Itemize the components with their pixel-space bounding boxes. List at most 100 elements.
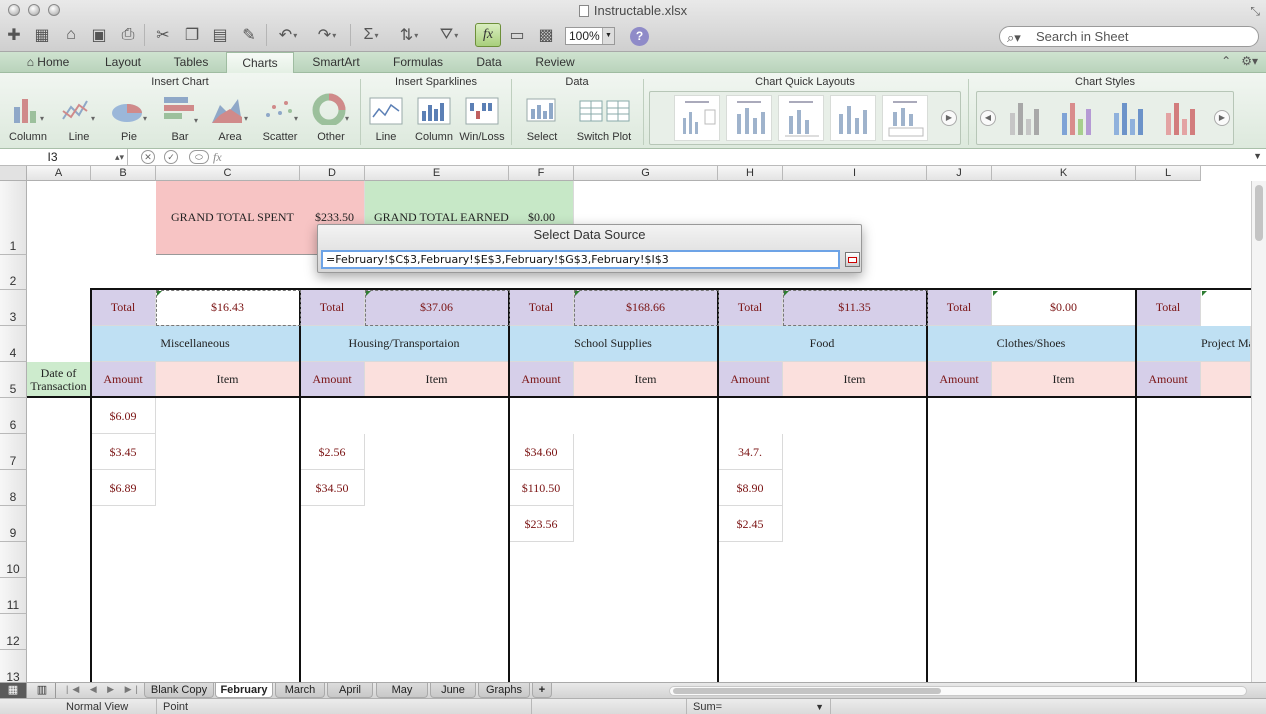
- category-food[interactable]: Food: [718, 326, 927, 362]
- autosum-icon[interactable]: Σ: [356, 24, 386, 46]
- total-label-clothes[interactable]: Total: [927, 290, 992, 326]
- sparkline-column-button[interactable]: Column: [410, 91, 458, 143]
- column-header-j[interactable]: J: [927, 166, 992, 181]
- column-header-e[interactable]: E: [365, 166, 509, 181]
- quick-layout-4[interactable]: [830, 95, 876, 141]
- amount-header-school[interactable]: Amount: [509, 362, 574, 398]
- sort-icon[interactable]: ⇅: [394, 24, 424, 46]
- amount-cell[interactable]: $6.89: [91, 470, 156, 506]
- total-label-school[interactable]: Total: [509, 290, 574, 326]
- open-folder-icon[interactable]: ⌂: [59, 24, 83, 46]
- row-header-3[interactable]: 3: [0, 290, 27, 326]
- select-data-button[interactable]: Select: [518, 91, 566, 143]
- format-painter-icon[interactable]: ✎: [237, 24, 261, 46]
- sparkline-winloss-button[interactable]: Win/Loss: [458, 91, 506, 143]
- status-sum-dropdown[interactable]: Sum= ▼: [686, 699, 831, 714]
- sheet-tab-blank-copy[interactable]: Blank Copy: [144, 683, 214, 698]
- tab-layout[interactable]: Layout: [92, 52, 154, 73]
- category-school-supplies[interactable]: School Supplies: [509, 326, 718, 362]
- add-sheet-button[interactable]: +: [532, 683, 552, 698]
- cancel-formula-icon[interactable]: ✕: [141, 150, 155, 164]
- total-label-housing[interactable]: Total: [300, 290, 365, 326]
- sheet-tab-june[interactable]: June: [430, 683, 476, 698]
- quick-layouts-next-arrow-icon[interactable]: ▶: [941, 110, 957, 126]
- column-header-l[interactable]: L: [1136, 166, 1201, 181]
- tab-review[interactable]: Review: [526, 52, 584, 73]
- print-icon[interactable]: ⎙: [116, 24, 140, 46]
- formula-toggle-icon[interactable]: ⬭: [189, 150, 209, 164]
- column-header-k[interactable]: K: [992, 166, 1136, 181]
- item-header-clothes[interactable]: Item: [992, 362, 1136, 398]
- row-header-7[interactable]: 7: [0, 434, 27, 470]
- normal-view-icon[interactable]: ▦: [0, 683, 27, 699]
- select-all-corner[interactable]: [0, 166, 27, 181]
- total-value-food[interactable]: $11.35: [783, 290, 927, 326]
- amount-cell[interactable]: $3.45: [91, 434, 156, 470]
- amount-cell[interactable]: $6.09: [91, 398, 156, 434]
- ribbon-options-gear-icon[interactable]: ⚙▾: [1241, 54, 1258, 68]
- quick-layout-2[interactable]: [726, 95, 772, 141]
- search-input[interactable]: ⌕▾ Search in Sheet: [999, 26, 1259, 47]
- tab-smartart[interactable]: SmartArt: [302, 52, 370, 73]
- pie-chart-button[interactable]: ▾ Pie: [105, 91, 153, 143]
- column-chart-button[interactable]: ▾ Column: [4, 91, 52, 143]
- vertical-scroll-thumb[interactable]: [1255, 185, 1263, 241]
- category-project[interactable]: Project Ma: [1136, 326, 1251, 362]
- amount-cell[interactable]: $34.60: [509, 434, 574, 470]
- sheet-tab-march[interactable]: March: [275, 683, 325, 698]
- zoom-select[interactable]: 100% ▼: [565, 27, 615, 45]
- amount-cell[interactable]: $34.50: [300, 470, 365, 506]
- undo-icon[interactable]: ↶: [273, 24, 303, 46]
- redo-icon[interactable]: ↷: [312, 24, 342, 46]
- name-box[interactable]: I3 ▴▾: [0, 149, 128, 166]
- help-button[interactable]: ?: [630, 27, 649, 46]
- row-header-2[interactable]: 2: [0, 255, 27, 290]
- expand-formula-bar-icon[interactable]: ▼: [1253, 151, 1262, 161]
- total-value-misc[interactable]: $16.43: [156, 290, 300, 326]
- row-header-1[interactable]: 1: [0, 181, 27, 255]
- amount-header-housing[interactable]: Amount: [300, 362, 365, 398]
- amount-header-clothes[interactable]: Amount: [927, 362, 992, 398]
- paste-icon[interactable]: ▤: [208, 24, 232, 46]
- quick-layout-3[interactable]: [778, 95, 824, 141]
- row-header-11[interactable]: 11: [0, 578, 27, 614]
- formula-builder-button[interactable]: fx: [475, 23, 501, 47]
- sheet-navigation-arrows-icon[interactable]: |◀ ◀ ▶ ▶|: [66, 684, 142, 695]
- cut-icon[interactable]: ✂: [151, 24, 175, 46]
- filter-icon[interactable]: ⛛: [434, 24, 464, 46]
- item-header-project[interactable]: [1201, 362, 1251, 398]
- horizontal-scrollbar[interactable]: [669, 686, 1247, 696]
- tab-data[interactable]: Data: [462, 52, 516, 73]
- chart-style-3[interactable]: [1106, 95, 1152, 141]
- amount-cell[interactable]: $23.56: [509, 506, 574, 542]
- collapse-ribbon-icon[interactable]: ⌃: [1221, 54, 1231, 68]
- tab-formulas[interactable]: Formulas: [384, 52, 452, 73]
- row-header-12[interactable]: 12: [0, 614, 27, 650]
- amount-cell[interactable]: $2.45: [718, 506, 783, 542]
- row-header-8[interactable]: 8: [0, 470, 27, 506]
- tab-tables[interactable]: Tables: [160, 52, 222, 73]
- item-header-misc[interactable]: Item: [156, 362, 300, 398]
- total-label-project[interactable]: Total: [1136, 290, 1201, 326]
- insert-function-icon[interactable]: fx: [213, 149, 222, 166]
- chart-styles-next-arrow-icon[interactable]: ▶: [1214, 110, 1230, 126]
- grand-total-spent-label[interactable]: GRAND TOTAL SPENT: [156, 181, 300, 255]
- column-header-c[interactable]: C: [156, 166, 300, 181]
- amount-header-misc[interactable]: Amount: [91, 362, 156, 398]
- category-housing[interactable]: Housing/Transportaion: [300, 326, 509, 362]
- chart-styles-prev-arrow-icon[interactable]: ◀: [980, 110, 996, 126]
- sparkline-line-button[interactable]: Line: [362, 91, 410, 143]
- other-chart-button[interactable]: ▾ Other: [307, 91, 355, 143]
- data-range-input[interactable]: [321, 250, 840, 269]
- page-layout-view-icon[interactable]: ▥: [29, 683, 56, 699]
- row-header-10[interactable]: 10: [0, 542, 27, 578]
- scatter-chart-button[interactable]: ▾ Scatter: [256, 91, 304, 143]
- amount-header-project[interactable]: Amount: [1136, 362, 1201, 398]
- chart-style-4[interactable]: [1158, 95, 1204, 141]
- area-chart-button[interactable]: ▾ Area: [206, 91, 254, 143]
- new-document-icon[interactable]: ✚: [2, 24, 26, 46]
- bar-chart-button[interactable]: ▾ Bar: [156, 91, 204, 143]
- sheet-tab-graphs[interactable]: Graphs: [478, 683, 530, 698]
- sheet-tab-may[interactable]: May: [376, 683, 428, 698]
- accept-formula-icon[interactable]: ✓: [164, 150, 178, 164]
